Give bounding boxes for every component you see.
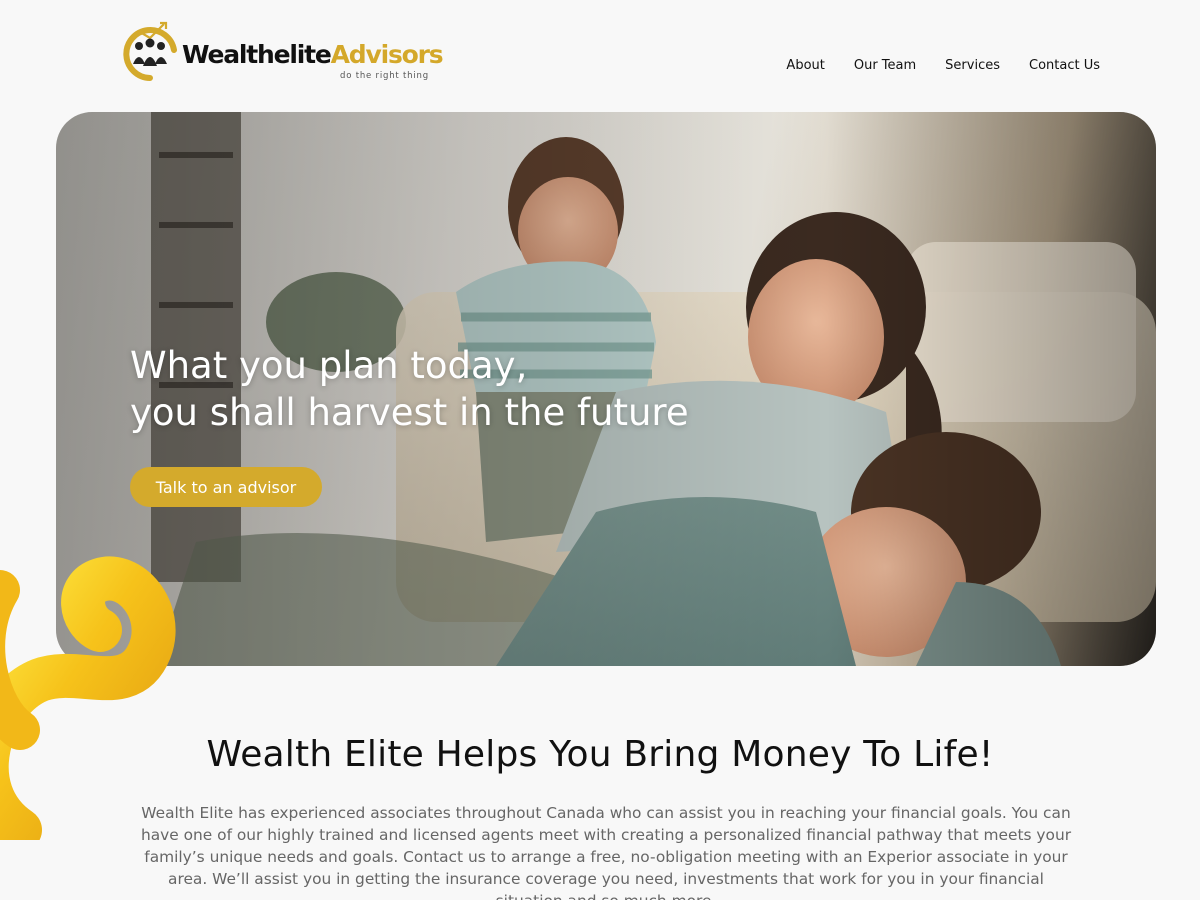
hero-headline-line1: What you plan today, xyxy=(130,344,528,387)
nav-our-team[interactable]: Our Team xyxy=(854,58,916,74)
hero-headline: What you plan today, you shall harvest i… xyxy=(130,342,689,436)
brand-tagline: do the right thing xyxy=(340,71,429,81)
talk-to-advisor-button[interactable]: Talk to an advisor xyxy=(130,467,322,507)
brand-name-part2: Advisors xyxy=(330,40,444,69)
nav-services[interactable]: Services xyxy=(945,58,1000,74)
brand-logo[interactable]: WealtheliteAdvisors do the right thing xyxy=(120,20,444,86)
brand-wordmark: WealtheliteAdvisors xyxy=(182,40,444,69)
site-header: WealtheliteAdvisors do the right thing A… xyxy=(0,0,1200,112)
section-heading: Wealth Elite Helps You Bring Money To Li… xyxy=(206,734,994,775)
section-body-text: Wealth Elite has experienced associates … xyxy=(140,804,1072,900)
main-nav: About Our Team Services Contact Us xyxy=(786,58,1100,74)
hero-banner: What you plan today, you shall harvest i… xyxy=(56,112,1156,666)
hero-headline-line2: you shall harvest in the future xyxy=(130,391,689,434)
logo-people-icon xyxy=(123,21,177,81)
brand-name-part1: Wealthelite xyxy=(182,40,332,69)
nav-contact-us[interactable]: Contact Us xyxy=(1029,58,1100,74)
nav-about[interactable]: About xyxy=(786,58,824,74)
